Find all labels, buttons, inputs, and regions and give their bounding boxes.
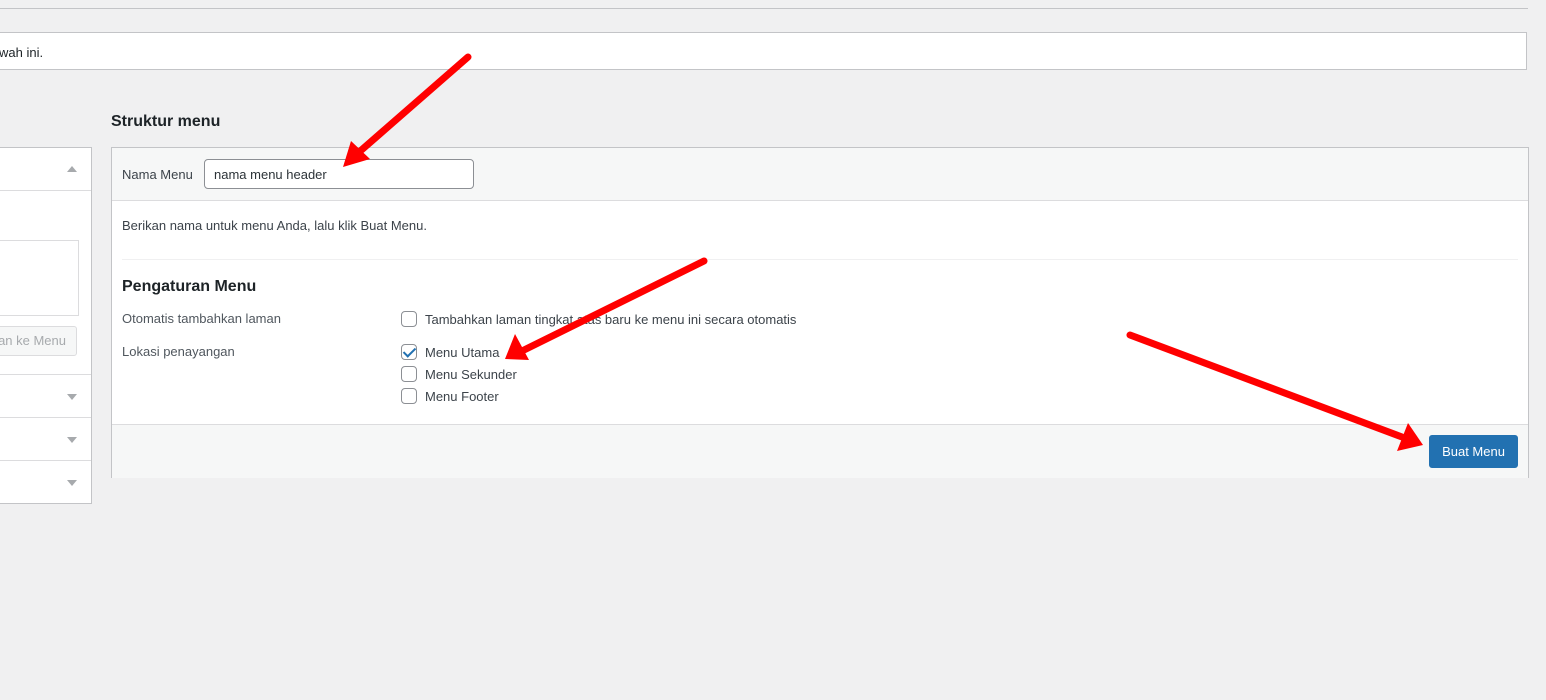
accordion-header-custom-links[interactable] [0, 418, 91, 460]
notice-box: wah ini. [0, 32, 1527, 70]
notice-text: wah ini. [0, 45, 44, 60]
pages-list-box [0, 240, 79, 316]
auto-add-option[interactable]: Tambahkan laman tingkat atas baru ke men… [401, 310, 796, 328]
menu-name-input[interactable] [204, 159, 474, 189]
location-option-footer[interactable]: Menu Footer [401, 387, 499, 405]
menu-structure-panel: Nama Menu Berikan nama untuk menu Anda, … [111, 147, 1529, 478]
location-label-secondary[interactable]: Menu Sekunder [425, 367, 517, 382]
add-to-menu-button[interactable]: an ke Menu [0, 326, 77, 356]
auto-add-label: Otomatis tambahkan laman [122, 311, 281, 326]
location-option-secondary[interactable]: Menu Sekunder [401, 365, 517, 383]
auto-add-checkbox[interactable] [401, 311, 417, 327]
menu-settings-heading: Pengaturan Menu [122, 278, 257, 295]
page-title: Struktur menu [111, 113, 221, 130]
location-option-primary[interactable]: Menu Utama [401, 343, 499, 361]
section-divider [122, 259, 1518, 260]
menu-name-label: Nama Menu [122, 167, 193, 182]
menu-footer: Buat Menu [112, 424, 1528, 478]
auto-add-option-label[interactable]: Tambahkan laman tingkat atas baru ke men… [425, 312, 796, 327]
chevron-down-icon[interactable] [67, 394, 77, 400]
chevron-up-icon[interactable] [67, 166, 77, 172]
accordion-header-categories[interactable] [0, 461, 91, 503]
location-checkbox-secondary[interactable] [401, 366, 417, 382]
menu-instructions: Berikan nama untuk menu Anda, lalu klik … [122, 218, 427, 233]
location-checkbox-primary[interactable] [401, 344, 417, 360]
chevron-down-icon[interactable] [67, 437, 77, 443]
chevron-down-icon[interactable] [67, 480, 77, 486]
location-checkbox-footer[interactable] [401, 388, 417, 404]
top-divider [0, 8, 1528, 9]
create-menu-button[interactable]: Buat Menu [1429, 435, 1518, 468]
location-label-primary[interactable]: Menu Utama [425, 345, 499, 360]
display-location-label: Lokasi penayangan [122, 344, 235, 359]
location-label-footer[interactable]: Menu Footer [425, 389, 499, 404]
add-menu-items-panel: an ke Menu [0, 147, 92, 504]
accordion-header-posts[interactable] [0, 375, 91, 417]
accordion-header-pages[interactable] [0, 148, 91, 191]
menu-name-header: Nama Menu [112, 148, 1528, 201]
